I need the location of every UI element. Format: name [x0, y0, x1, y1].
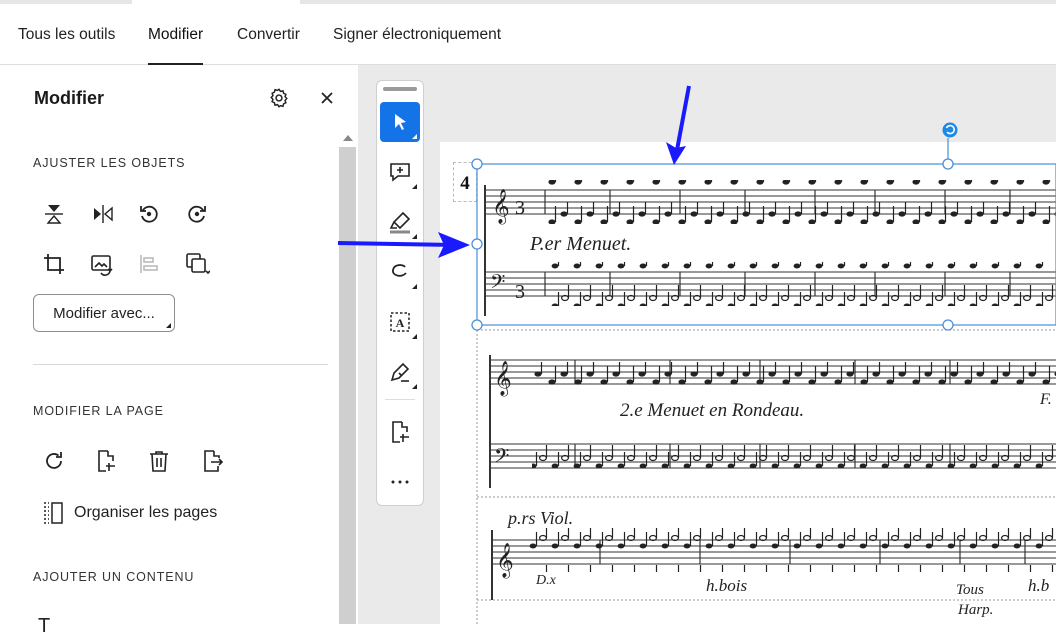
pen-sign-icon	[390, 362, 410, 382]
text-box-icon: A	[390, 312, 410, 332]
section-adjust-objects: AJUSTER LES OBJETS	[33, 156, 186, 170]
divider	[33, 364, 328, 365]
edit-with-label: Modifier avec...	[53, 304, 155, 322]
document-page	[440, 142, 1056, 624]
document-viewer	[358, 65, 1056, 624]
extract-page-icon[interactable]	[198, 447, 226, 475]
settings-gear-icon[interactable]	[267, 86, 291, 110]
replace-image-icon[interactable]	[88, 250, 116, 278]
draw-button[interactable]	[380, 252, 420, 292]
crop-page-icon[interactable]	[92, 447, 120, 475]
highlighter-icon	[389, 211, 411, 234]
close-icon[interactable]	[315, 86, 339, 110]
add-comment-button[interactable]	[380, 152, 420, 192]
crop-icon[interactable]	[40, 250, 68, 278]
rotate-left-icon[interactable]	[135, 200, 163, 228]
toolbar-grip[interactable]	[383, 87, 417, 91]
page-crop-icon	[392, 421, 409, 443]
tab-all-tools[interactable]: Tous les outils	[18, 5, 115, 64]
flip-horizontal-icon[interactable]	[89, 200, 117, 228]
rotate-page-icon[interactable]	[40, 447, 68, 475]
edit-panel: Modifier AJUSTER LES OBJETS Modifier ave…	[0, 65, 358, 637]
comment-add-icon	[390, 163, 410, 182]
panel-title: Modifier	[34, 88, 104, 108]
align-objects-icon	[135, 250, 163, 278]
page-tools-button[interactable]	[380, 412, 420, 452]
panel-scrollbar[interactable]	[339, 131, 356, 624]
sign-button[interactable]	[380, 352, 420, 392]
toolbar-divider	[385, 399, 415, 400]
organize-pages-label: Organiser les pages	[74, 504, 218, 521]
tab-convert[interactable]: Convertir	[237, 5, 300, 64]
add-text-icon[interactable]: T	[38, 615, 50, 638]
select-tool-button[interactable]	[380, 102, 420, 142]
organize-pages-link[interactable]: Organiser les pages	[42, 501, 217, 525]
section-edit-page: MODIFIER LA PAGE	[33, 404, 164, 418]
highlight-button[interactable]	[380, 202, 420, 242]
flip-vertical-icon[interactable]	[40, 200, 68, 228]
freehand-draw-icon	[392, 264, 407, 277]
add-text-button[interactable]: A	[380, 302, 420, 342]
select-arrow-icon	[395, 114, 406, 130]
more-tools-button[interactable]	[380, 462, 420, 502]
rotate-right-icon[interactable]	[183, 200, 211, 228]
page-number-box: 4	[453, 162, 477, 202]
svg-text:A: A	[396, 316, 405, 330]
arrange-objects-icon[interactable]	[183, 250, 211, 278]
quick-tools-toolbar: A	[376, 80, 424, 506]
organize-pages-icon	[44, 502, 63, 524]
top-tab-bar: Tous les outils Modifier Convertir Signe…	[0, 5, 1056, 65]
section-add-content: AJOUTER UN CONTENU	[33, 570, 195, 584]
more-dots-icon	[391, 480, 409, 484]
delete-page-icon[interactable]	[145, 447, 173, 475]
tab-e-sign[interactable]: Signer électroniquement	[333, 5, 501, 64]
edit-with-button[interactable]: Modifier avec...	[33, 294, 175, 332]
tab-edit[interactable]: Modifier	[148, 5, 204, 65]
